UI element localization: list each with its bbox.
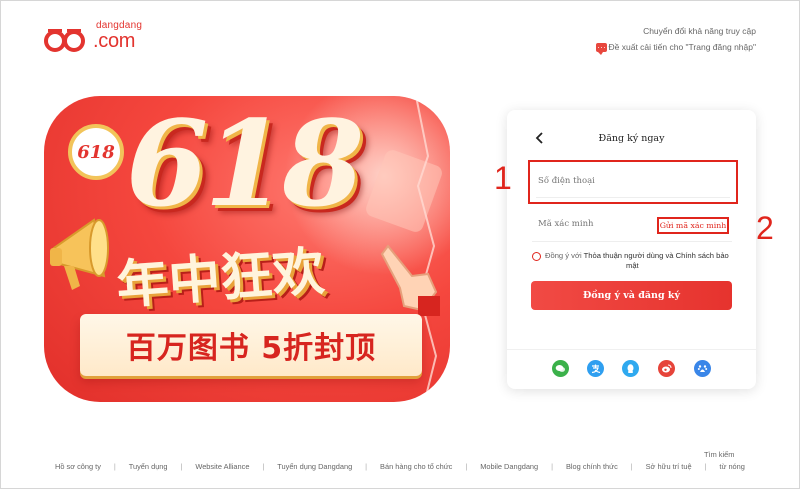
badge-text: 618 <box>77 141 115 163</box>
phone-underline <box>536 197 730 198</box>
footer-links: Hồ sơ công ty | Tuyển dụng | Website Allia… <box>55 462 745 471</box>
agree-radio[interactable] <box>532 252 541 261</box>
phone-input[interactable] <box>538 176 718 186</box>
footer-link[interactable]: Sở hữu trí tuệ <box>646 462 692 471</box>
footer-separator: | <box>180 462 183 471</box>
logo-mark-icon <box>44 26 88 52</box>
send-code-button[interactable]: Gửi mã xác minh <box>657 217 729 234</box>
alipay-icon[interactable] <box>587 360 604 377</box>
accessibility-link[interactable]: Chuyển đổi khả năng truy cập <box>643 24 756 38</box>
annotation-number-2: 2 <box>756 210 774 246</box>
verification-code-input[interactable] <box>538 219 648 229</box>
agreement-text: Đồng ý với Thỏa thuận người dùng và Chín… <box>545 251 735 261</box>
agree-terms-link[interactable]: Thỏa thuận người dùng và Chính sách bảo <box>584 251 729 260</box>
code-underline <box>532 241 732 242</box>
footer-link[interactable]: Blog chính thức <box>566 462 618 471</box>
footer-link[interactable]: Hồ sơ công ty <box>55 462 101 471</box>
banner-ribbon: 百万图书 5折封顶 <box>80 314 422 376</box>
footer-separator: | <box>630 462 633 471</box>
banner-subheadline: 年中狂欢 <box>114 241 327 317</box>
footer-separator: | <box>465 462 468 471</box>
footer-separator: | <box>704 462 707 471</box>
footer-link[interactable]: Mobile Dangdang <box>480 462 538 471</box>
weibo-icon[interactable] <box>658 360 675 377</box>
agree-prefix: Đồng ý với <box>545 251 584 260</box>
annotation-number-1: 1 <box>494 160 512 196</box>
baidu-icon[interactable] <box>694 360 711 377</box>
footer-link[interactable]: Bán hàng cho tổ chức <box>380 462 452 471</box>
footer-search-hint[interactable]: Tìm kiếm <box>704 450 734 459</box>
footer-link[interactable]: Website Alliance <box>195 462 249 471</box>
footer-link[interactable]: Tuyển dụng <box>129 462 168 471</box>
wechat-icon[interactable] <box>552 360 569 377</box>
agree-terms-cont[interactable]: mật <box>626 261 639 271</box>
pointing-hand-icon <box>380 244 440 316</box>
footer-separator: | <box>262 462 265 471</box>
register-title: Đăng ký ngay <box>598 133 665 144</box>
dangdang-logo[interactable]: dangdang .com <box>44 20 142 52</box>
footer-link[interactable]: Tuyển dụng Dangdang <box>277 462 352 471</box>
megaphone-icon <box>50 218 109 290</box>
footer-separator: | <box>113 462 116 471</box>
feedback-link[interactable]: Đề xuất cải tiến cho "Trang đăng nhập" <box>609 40 756 54</box>
footer-separator: | <box>551 462 554 471</box>
register-card <box>507 110 756 389</box>
banner-headline: 618 <box>126 96 364 233</box>
ribbon-text: 百万图书 5折封顶 <box>125 331 377 366</box>
logo-big-text: .com <box>93 30 136 52</box>
header-links: Chuyển đổi khả năng truy cập Đề xuất cải… <box>595 24 756 55</box>
card-divider <box>507 349 756 350</box>
banner-badge-618: 618 <box>68 124 124 180</box>
qq-icon[interactable] <box>622 360 639 377</box>
feedback-chat-icon <box>595 42 607 55</box>
promo-banner[interactable]: 618 618 年中狂欢 百万图书 5折封顶 <box>44 96 450 402</box>
agree-register-button[interactable]: Đồng ý và đăng ký <box>531 281 732 310</box>
phone-field-wrapper <box>528 160 738 204</box>
footer-separator: | <box>365 462 368 471</box>
footer-link[interactable]: từ nóng <box>719 462 745 471</box>
